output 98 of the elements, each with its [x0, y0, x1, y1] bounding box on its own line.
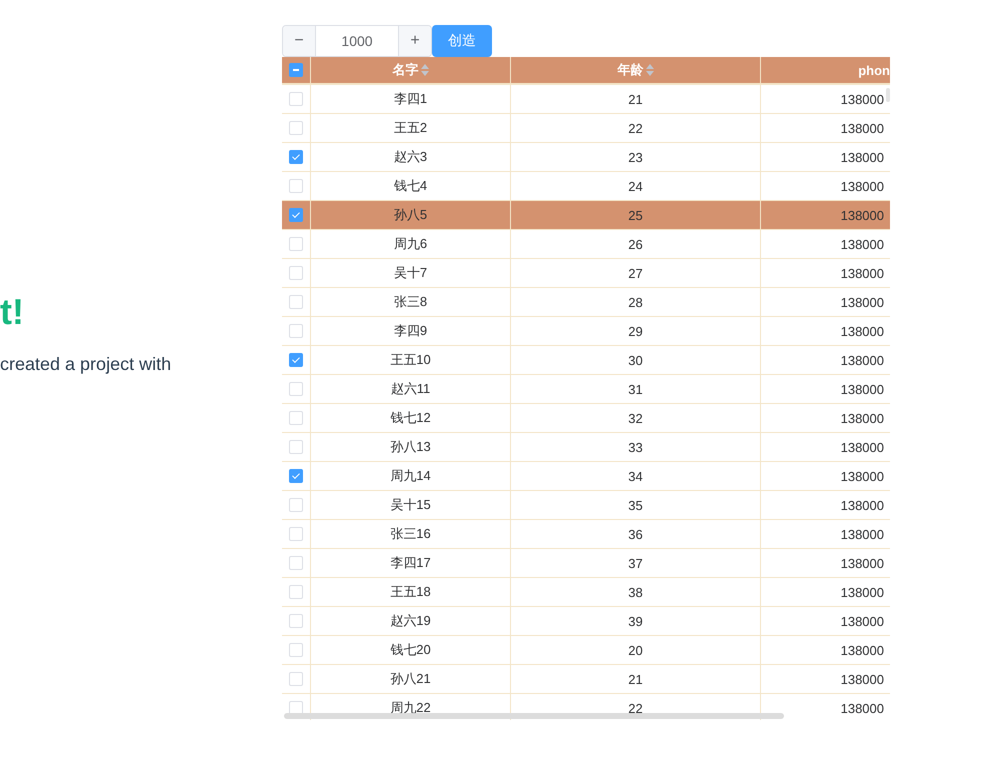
table-row[interactable]: 张三8 28 138000 — [282, 288, 890, 317]
table-cell: 36 — [628, 526, 643, 542]
heading: t! — [0, 290, 25, 334]
table-cell: 28 — [628, 294, 643, 310]
table-row[interactable]: 孙八21 21 138000 — [282, 665, 890, 694]
table-row[interactable]: 赵六19 39 138000 — [282, 607, 890, 636]
table-cell: 138000 — [840, 672, 884, 686]
table-cell: 钱七4 — [394, 177, 428, 195]
row-checkbox[interactable] — [289, 469, 303, 483]
table-cell: 138000 — [840, 208, 884, 222]
row-checkbox[interactable] — [289, 208, 303, 222]
table-cell: 王五18 — [390, 583, 431, 601]
scrollbar[interactable] — [284, 713, 784, 719]
table-cell: 35 — [628, 498, 643, 512]
table-cell: 王五2 — [394, 119, 428, 137]
table-cell: 吴十7 — [394, 264, 428, 282]
table-cell: 37 — [628, 556, 643, 570]
table-row[interactable]: 周九6 26 138000 — [282, 230, 890, 259]
table-cell: 赵六19 — [390, 612, 431, 630]
number-input[interactable]: − 1000 + — [282, 25, 432, 57]
table-cell: 138000 — [840, 526, 884, 542]
table-row[interactable]: 孙八13 33 138000 — [282, 433, 890, 462]
table-cell: 138000 — [840, 382, 884, 396]
table-cell: 周九6 — [394, 235, 428, 253]
table-row[interactable]: 赵六3 23 138000 — [282, 143, 890, 172]
table-cell: 138000 — [840, 642, 884, 658]
table-row[interactable]: 王五10 30 138000 — [282, 346, 890, 375]
table-cell: 138000 — [840, 294, 884, 310]
table-cell: 22 — [628, 120, 643, 136]
table-cell: 138000 — [840, 266, 884, 280]
increment-button[interactable]: + — [398, 26, 431, 56]
table-cell: 孙八13 — [390, 438, 431, 456]
table-row[interactable]: 张三16 36 138000 — [282, 520, 890, 549]
table-cell: 31 — [628, 382, 643, 396]
table-row[interactable]: 王五18 38 138000 — [282, 578, 890, 607]
table-cell: 33 — [628, 440, 643, 454]
table-cell: 138000 — [840, 556, 884, 570]
table-cell: 138000 — [840, 410, 884, 426]
table-cell: 138000 — [840, 324, 884, 338]
table-cell: 138000 — [840, 150, 884, 164]
table-cell: 29 — [628, 324, 643, 338]
table-cell: 138000 — [840, 352, 884, 368]
table-row[interactable]: 孙八5 25 138000 — [282, 201, 890, 230]
table-cell: 21 — [628, 672, 643, 686]
table-row[interactable]: 王五2 22 138000 — [282, 114, 890, 143]
table-cell: 张三8 — [394, 293, 428, 311]
table-cell: 38 — [628, 584, 643, 600]
table-cell: 24 — [628, 178, 643, 194]
table-cell: 138000 — [840, 498, 884, 512]
table-cell: 39 — [628, 614, 643, 628]
table-cell: 孙八21 — [390, 670, 431, 688]
table-cell: 钱七20 — [390, 641, 431, 659]
table-cell: 李四1 — [394, 90, 428, 108]
table-cell: 27 — [628, 266, 643, 280]
table-cell: 138000 — [840, 584, 884, 600]
row-checkbox[interactable] — [289, 150, 303, 164]
table-row[interactable]: 钱七12 32 138000 — [282, 404, 890, 433]
table-cell: 25 — [628, 208, 643, 222]
table-cell: 138000 — [840, 614, 884, 628]
decrement-button[interactable]: − — [283, 26, 316, 56]
table-cell: 138000 — [840, 440, 884, 454]
table-row[interactable]: 赵六11 31 138000 — [282, 375, 890, 404]
table-cell: 张三16 — [390, 525, 431, 543]
table-cell: 钱七12 — [390, 409, 431, 427]
table-cell: 32 — [628, 410, 643, 426]
table-row[interactable]: 李四9 29 138000 — [282, 317, 890, 346]
table-cell: 20 — [628, 642, 643, 658]
select-all-checkbox[interactable] — [289, 63, 303, 77]
table-cell: 138000 — [840, 178, 884, 194]
table-cell: 李四17 — [390, 554, 431, 572]
table-cell: 赵六11 — [390, 380, 430, 398]
table-cell: 26 — [628, 236, 643, 252]
table-cell: 王五10 — [390, 351, 431, 369]
table-cell: 21 — [628, 92, 643, 106]
row-checkbox[interactable] — [289, 353, 303, 367]
table-cell: 22 — [628, 700, 643, 716]
table-row[interactable]: 周九14 34 138000 — [282, 462, 890, 491]
table-cell: 30 — [628, 352, 643, 368]
table-cell: 34 — [628, 468, 643, 484]
table-row[interactable]: 吴十7 27 138000 — [282, 259, 890, 288]
sort-icon[interactable] — [420, 63, 428, 77]
table-cell: 周九14 — [390, 467, 431, 485]
table-row[interactable]: 钱七20 20 138000 — [282, 636, 890, 665]
table-cell: 138000 — [840, 120, 884, 136]
table-cell: 138000 — [840, 468, 884, 484]
intro-text: created a project with — [0, 354, 172, 375]
table-cell: 孙八5 — [394, 206, 428, 224]
table-cell: 李四9 — [394, 322, 428, 340]
table-cell: 138000 — [840, 236, 884, 252]
table-cell: 赵六3 — [394, 148, 428, 166]
table-row[interactable]: 李四17 37 138000 — [282, 549, 890, 578]
table-cell: 138000 — [840, 700, 884, 716]
table-row[interactable]: 吴十15 35 138000 — [282, 491, 890, 520]
sort-icon[interactable] — [646, 63, 654, 77]
table-cell: 23 — [628, 150, 643, 164]
table-row[interactable]: 李四1 21 138000 — [282, 85, 890, 114]
table-cell: 138000 — [840, 92, 884, 106]
table-cell: 吴十15 — [390, 496, 431, 514]
